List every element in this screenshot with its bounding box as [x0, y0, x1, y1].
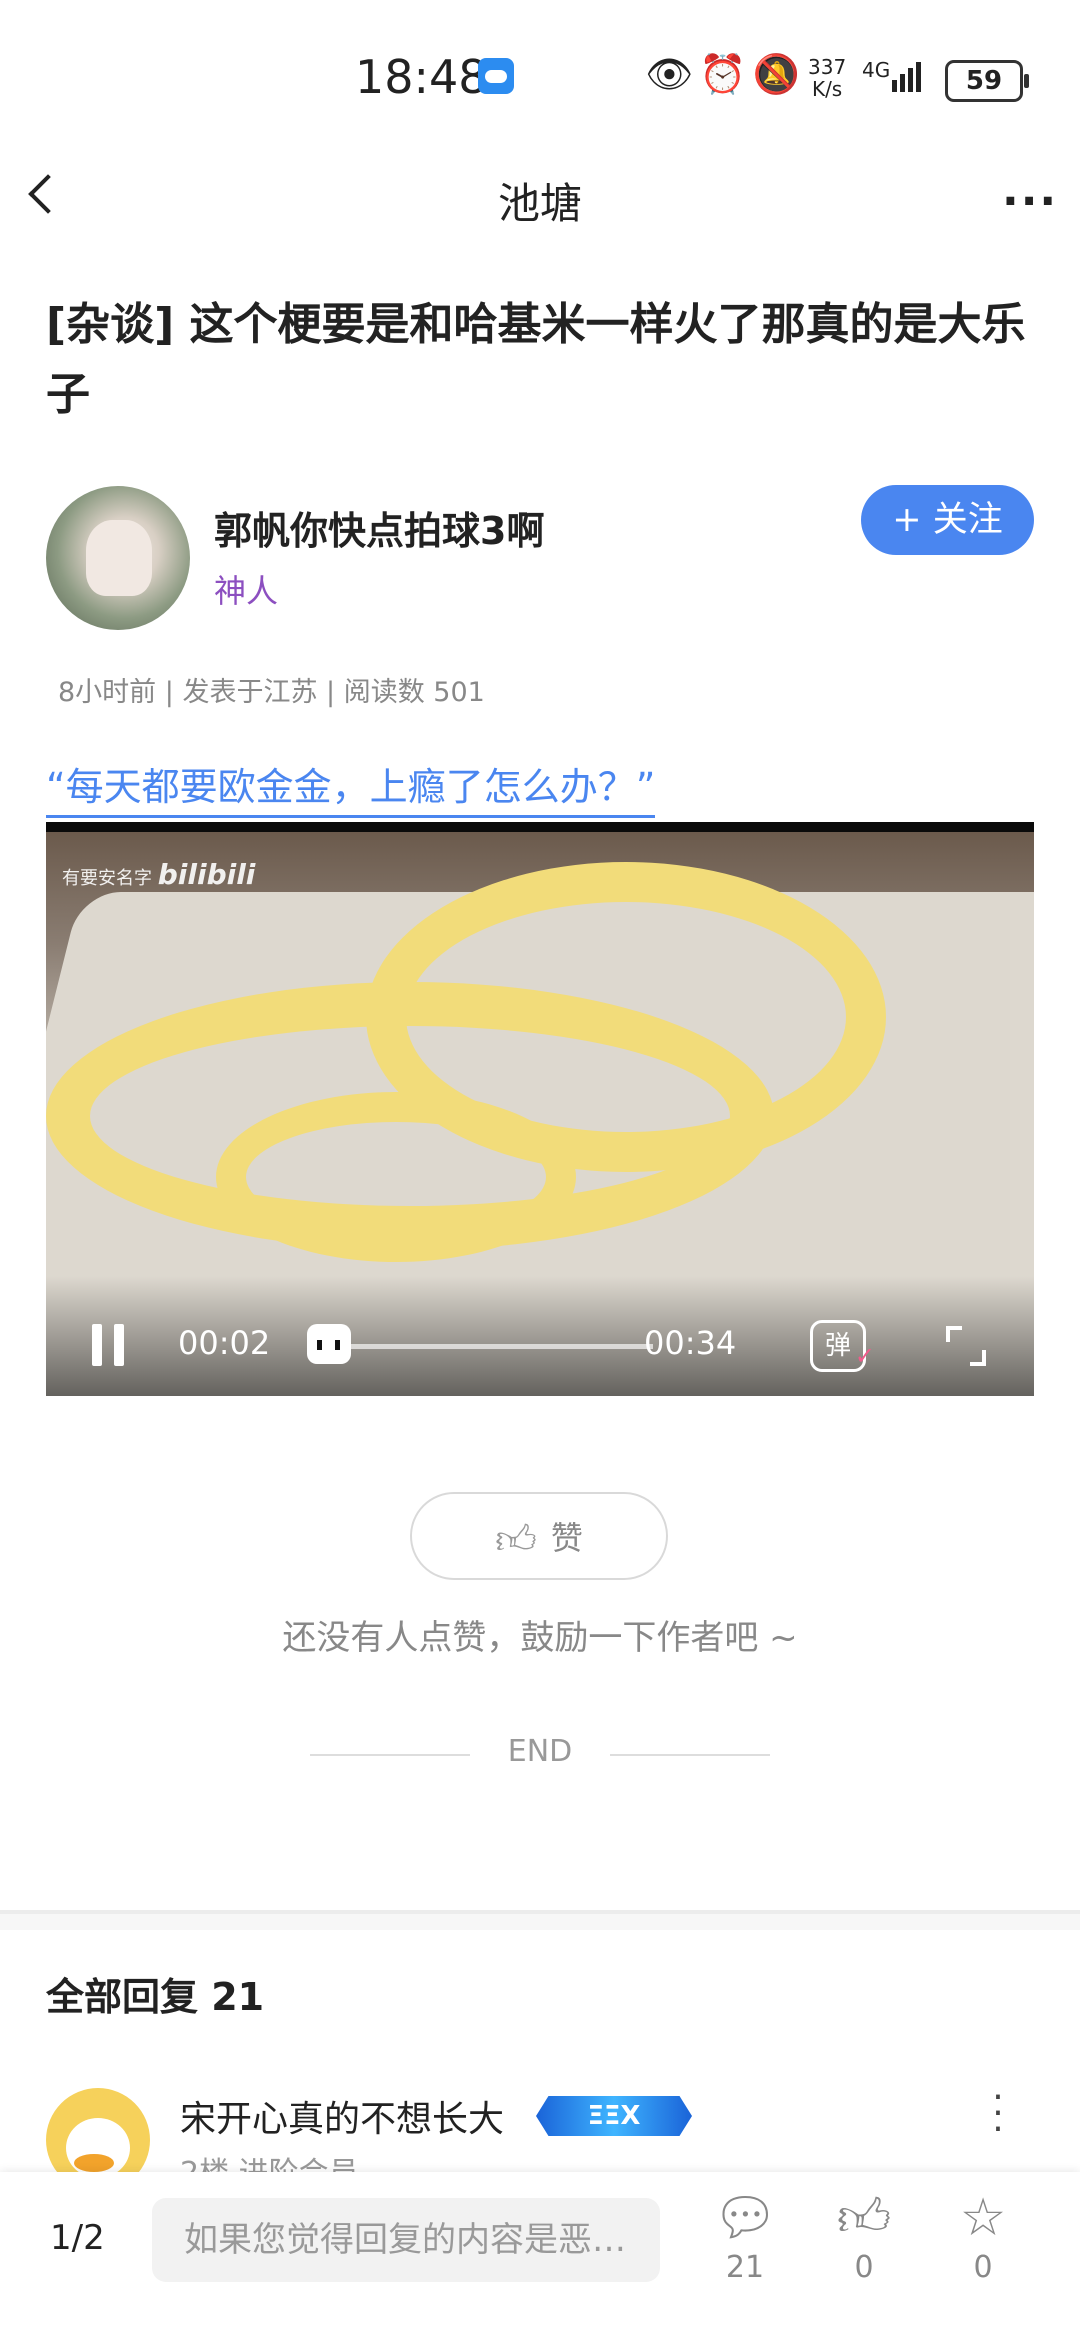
speed-value: 337	[808, 55, 847, 79]
author-title: 神人	[214, 572, 279, 610]
comment-icon: 💬︎	[711, 2188, 778, 2248]
status-bar: 18:48 👁⏰🔕 337 K/s 4G 59	[0, 0, 1080, 150]
video-player[interactable]: 有要安名字 bilibili 00:02 00:34 弹	[46, 822, 1034, 1396]
commenter-name[interactable]: 宋开心真的不想长大	[180, 2090, 504, 2142]
end-marker: END	[310, 1734, 770, 1769]
page-indicator[interactable]: 1/2	[50, 2218, 105, 2258]
network-speed: 337 K/s	[808, 56, 846, 100]
page-title: 池塘	[497, 179, 582, 228]
thumbs-up-icon: 👍︎	[836, 2188, 892, 2248]
like-hint: 还没有人点赞，鼓励一下作者吧 ~	[282, 1618, 798, 1658]
cloud-icon	[478, 58, 514, 94]
reply-input[interactable]: 如果您觉得回复的内容是恶…	[152, 2198, 660, 2282]
watermark-text: 有要安名字	[62, 868, 152, 889]
video-controls: 00:02 00:34 弹	[46, 1276, 1034, 1396]
like-action[interactable]: 👍︎ 0	[819, 2188, 909, 2285]
battery-icon: 59	[945, 60, 1029, 102]
like-count: 0	[854, 2250, 874, 2285]
progress-track[interactable]	[308, 1344, 653, 1349]
watermark-brand: bilibili	[157, 858, 256, 891]
eye-icon: 👁	[645, 52, 700, 96]
post-meta: 8小时前 | 发表于江苏 | 阅读数 501	[58, 677, 485, 708]
post-title: [杂谈] 这个梗要是和哈基米一样火了那真的是大乐子	[46, 299, 1026, 420]
more-icon[interactable]: ···	[1002, 176, 1058, 227]
thumbs-up-icon: 👍︎	[495, 1517, 537, 1563]
danmu-toggle-icon[interactable]: 弹	[810, 1320, 875, 1379]
like-label: 赞	[550, 1519, 583, 1557]
favorite-count: 0	[973, 2250, 993, 2285]
follow-button[interactable]: + 关注	[861, 485, 1034, 555]
like-button[interactable]: 👍︎ 赞	[410, 1492, 668, 1580]
network-type: 4G	[862, 58, 891, 82]
video-watermark: 有要安名字 bilibili	[62, 858, 255, 891]
alarm-icon: ⏰	[699, 52, 753, 96]
favorite-action[interactable]: ☆ 0	[938, 2188, 1028, 2285]
speed-unit: K/s	[811, 77, 843, 101]
signal-icon	[892, 62, 924, 92]
comment-action[interactable]: 💬︎ 21	[700, 2188, 790, 2285]
comment-count: 21	[725, 2250, 765, 2285]
mute-icon: 🔕	[752, 52, 806, 96]
divider-band	[0, 1914, 1080, 1930]
pause-icon[interactable]	[92, 1324, 102, 1366]
comment-more-icon[interactable]: · · ·	[990, 2080, 1006, 2148]
video-link[interactable]: “每天都要欧金金，上瘾了怎么办？”	[46, 756, 656, 818]
replies-header: 全部回复 21	[46, 1975, 265, 2019]
current-time: 00:02	[178, 1324, 271, 1362]
progress-knob-icon[interactable]	[306, 1324, 351, 1364]
status-time: 18:48	[355, 50, 488, 104]
member-badge: ΞΞX	[536, 2096, 692, 2136]
status-icons: 👁⏰🔕	[645, 52, 806, 97]
author-avatar[interactable]	[46, 486, 190, 630]
star-icon: ☆	[959, 2188, 1007, 2248]
author-name[interactable]: 郭帆你快点拍球3啊	[214, 500, 544, 555]
duration: 00:34	[644, 1324, 737, 1362]
fullscreen-icon[interactable]	[946, 1326, 986, 1366]
